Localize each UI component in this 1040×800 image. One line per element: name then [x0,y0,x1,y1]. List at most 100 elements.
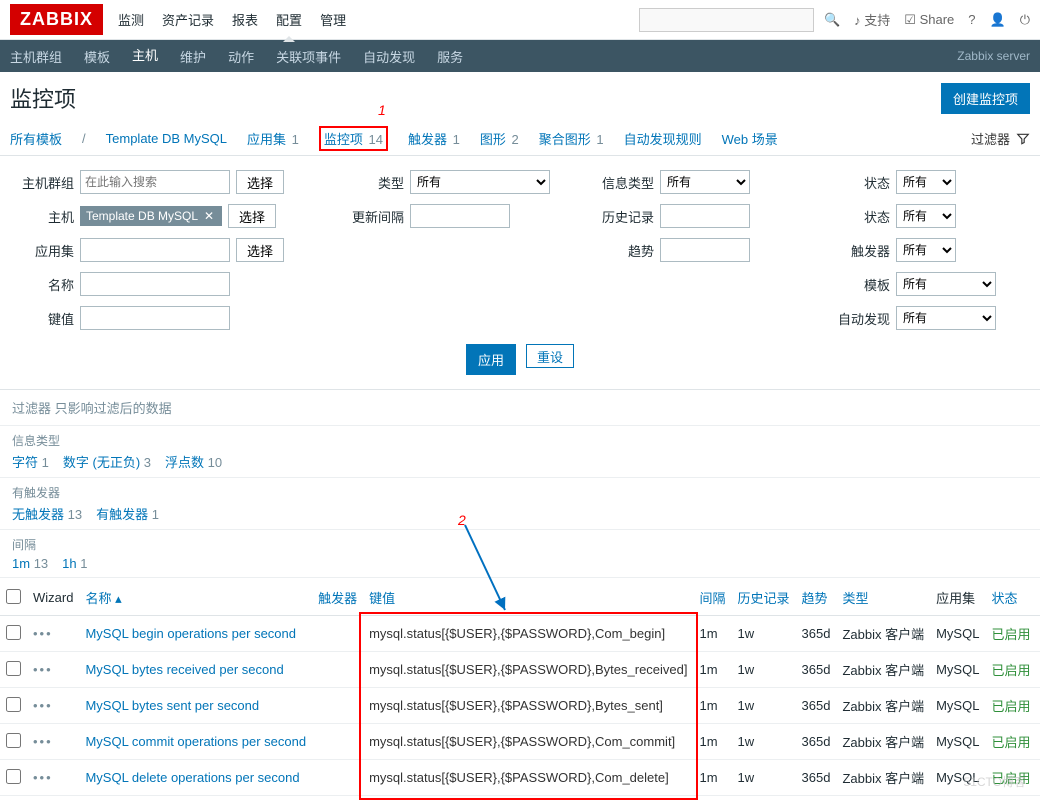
row-checkbox[interactable] [6,733,21,748]
sf-char[interactable]: 字符 [12,455,38,470]
template-select[interactable]: 所有 [896,272,996,296]
col-triggers[interactable]: 触发器 [312,580,363,616]
row-checkbox[interactable] [6,625,21,640]
col-key[interactable]: 键值 [363,580,693,616]
support-link[interactable]: ♪ 支持 [854,10,890,29]
select-all-checkbox[interactable] [6,589,21,604]
crumb-sep: / [82,131,86,146]
subnav-actions[interactable]: 动作 [228,39,254,74]
sf-1h[interactable]: 1h [62,556,76,571]
server-name: Zabbix server [957,49,1030,63]
item-name-link[interactable]: MySQL bytes sent per second [85,698,259,713]
reset-button[interactable]: 重设 [526,344,574,368]
col-type[interactable]: 类型 [836,580,930,616]
share-link[interactable]: ☑ Share [904,12,954,28]
help-icon[interactable]: ? [968,12,975,27]
appset-select-button[interactable]: 选择 [236,238,284,262]
sf-uint[interactable]: 数字 (无正负) [63,455,140,470]
wizard-icon[interactable]: ••• [33,626,53,641]
subnav-services[interactable]: 服务 [437,39,463,74]
search-icon[interactable]: 🔍 [824,12,840,28]
annotation-1: 1 [378,102,386,118]
lbl-state: 状态 [828,173,890,192]
hostgroup-input[interactable] [80,170,230,194]
support-label: 支持 [864,13,890,28]
tab-graphs[interactable]: 图形 2 [480,129,519,148]
nav-admin[interactable]: 管理 [320,0,346,41]
nav-inventory[interactable]: 资产记录 [162,0,214,41]
col-name[interactable]: 名称 ▴ [79,580,312,616]
state-select[interactable]: 所有 [896,170,956,194]
crumb-all[interactable]: 所有模板 [10,129,62,148]
global-search-input[interactable] [639,8,814,32]
annotation-2: 2 [458,512,466,528]
row-checkbox[interactable] [6,769,21,784]
create-item-button[interactable]: 创建监控项 [941,83,1030,114]
item-name-link[interactable]: MySQL bytes received per second [85,662,283,677]
tab-discovery[interactable]: 自动发现规则 [624,129,702,148]
close-icon[interactable]: ✕ [204,209,214,223]
history-input[interactable] [660,204,750,228]
status-select[interactable]: 所有 [896,204,956,228]
sf-notrig[interactable]: 无触发器 [12,507,64,522]
discovery-select[interactable]: 所有 [896,306,996,330]
crumb-template[interactable]: Template DB MySQL [106,131,227,146]
power-icon[interactable]: ⏻ [1020,12,1030,28]
status-link[interactable]: 已启用 [991,663,1030,678]
status-link[interactable]: 已启用 [991,627,1030,642]
key-input[interactable] [80,306,230,330]
sub-interval-label: 间隔 [12,536,1028,553]
nav-reports[interactable]: 报表 [232,0,258,41]
item-name-link[interactable]: MySQL commit operations per second [85,734,306,749]
col-trend[interactable]: 趋势 [796,580,837,616]
triggers-select[interactable]: 所有 [896,238,956,262]
status-link[interactable]: 已启用 [991,735,1030,750]
filter-toggle[interactable]: 过滤器 [971,129,1030,148]
infotype-select[interactable]: 所有 [660,170,750,194]
col-status[interactable]: 状态 [985,580,1036,616]
apply-button[interactable]: 应用 [466,344,516,375]
appset-input[interactable] [80,238,230,262]
sub-interval: 间隔 1m 13 1h 1 2 [0,530,1040,578]
type-select[interactable]: 所有 [410,170,550,194]
wizard-icon[interactable]: ••• [33,770,53,785]
sf-float[interactable]: 浮点数 [165,455,204,470]
lbl-status: 状态 [828,207,890,226]
nav-config[interactable]: 配置 [276,0,302,41]
sub-nav: 主机群组 模板 主机 维护 动作 关联项事件 自动发现 服务 Zabbix se… [0,40,1040,72]
nav-monitor[interactable]: 监测 [118,0,144,41]
subnav-correlate[interactable]: 关联项事件 [276,39,341,74]
hostgroup-select-button[interactable]: 选择 [236,170,284,194]
subnav-hostgroups[interactable]: 主机群组 [10,39,62,74]
tab-appset[interactable]: 应用集 1 [247,129,299,148]
sf-1m[interactable]: 1m [12,556,30,571]
tab-items[interactable]: 监控项 14 [319,126,388,151]
subnav-maint[interactable]: 维护 [180,39,206,74]
col-interval[interactable]: 间隔 [694,580,732,616]
wizard-icon[interactable]: ••• [33,662,53,677]
row-checkbox[interactable] [6,697,21,712]
tab-web[interactable]: Web 场景 [722,129,778,148]
trend-input[interactable] [660,238,750,262]
tab-triggers[interactable]: 触发器 1 [408,129,460,148]
subnav-discovery[interactable]: 自动发现 [363,39,415,74]
logo[interactable]: ZABBIX [10,4,103,35]
subnav-hosts[interactable]: 主机 [132,37,158,75]
top-menu: 监测 资产记录 报表 配置 管理 [118,0,639,41]
item-name-link[interactable]: MySQL begin operations per second [85,626,296,641]
item-name-link[interactable]: MySQL delete operations per second [85,770,299,785]
sf-hastrig[interactable]: 有触发器 [96,507,148,522]
status-link[interactable]: 已启用 [991,699,1030,714]
row-checkbox[interactable] [6,661,21,676]
col-info: 信息 [1036,580,1040,616]
wizard-icon[interactable]: ••• [33,698,53,713]
name-input[interactable] [80,272,230,296]
interval-input[interactable] [410,204,510,228]
host-select-button[interactable]: 选择 [228,204,276,228]
subnav-templates[interactable]: 模板 [84,39,110,74]
col-history[interactable]: 历史记录 [732,580,796,616]
tab-screens[interactable]: 聚合图形 1 [539,129,604,148]
wizard-icon[interactable]: ••• [33,734,53,749]
host-tag[interactable]: Template DB MySQL✕ [80,206,222,226]
user-icon[interactable]: 👤 [990,12,1006,28]
